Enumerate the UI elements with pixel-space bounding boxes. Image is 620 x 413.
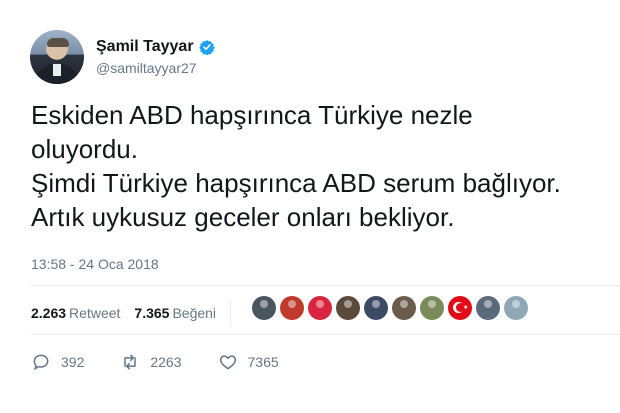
retweet-action-count: 2263	[150, 354, 182, 370]
liker-avatar[interactable]	[476, 296, 500, 320]
display-name[interactable]: Şamil Tayyar	[96, 38, 194, 56]
liker-avatar[interactable]	[364, 296, 388, 320]
avatar-hair	[47, 38, 69, 47]
retweet-icon	[124, 354, 137, 370]
liker-avatar[interactable]	[392, 296, 416, 320]
reply-icon	[33, 354, 49, 371]
user-avatar[interactable]	[30, 30, 84, 84]
tweet-actions: 392 2263 7365	[31, 352, 315, 372]
reply-button[interactable]: 392	[31, 352, 84, 372]
tweet-card: Şamil Tayyar @samiltayyar27 Eskiden ABD …	[0, 0, 620, 413]
display-name-row: Şamil Tayyar	[96, 38, 215, 56]
stats-divider-top	[31, 285, 620, 286]
like-count: 7.365	[134, 305, 170, 321]
liker-turkish-flag-icon[interactable]: ★	[448, 296, 472, 320]
liker-avatar[interactable]	[308, 296, 332, 320]
heart-icon	[219, 355, 236, 370]
retweet-count: 2.263	[31, 305, 67, 321]
like-label: Beğeni	[172, 305, 217, 321]
stats-separator	[230, 301, 232, 325]
tweet-stats: 2.263 Retweet 7.365 Beğeni	[31, 301, 243, 325]
retweet-button[interactable]: 2263	[120, 352, 182, 372]
tweet-text: Eskiden ABD hapşırınca Türkiye nezle olu…	[31, 100, 561, 232]
liker-avatar[interactable]	[504, 296, 528, 320]
reply-count: 392	[61, 354, 85, 370]
tweet-timestamp[interactable]: 13:58 - 24 Oca 2018	[31, 256, 159, 272]
liker-avatars: ★	[252, 296, 532, 320]
avatar-shirt	[53, 64, 61, 76]
stats-divider-bottom	[31, 334, 620, 335]
tweet-header: Şamil Tayyar @samiltayyar27	[30, 30, 215, 84]
retweet-label: Retweet	[69, 305, 121, 321]
liker-avatar[interactable]	[420, 296, 444, 320]
liker-avatar[interactable]	[336, 296, 360, 320]
retweet-stat[interactable]: 2.263 Retweet	[31, 305, 120, 321]
like-action-count: 7365	[247, 354, 279, 370]
like-stat[interactable]: 7.365 Beğeni	[134, 305, 216, 321]
liker-avatar[interactable]	[252, 296, 276, 320]
liker-avatar[interactable]	[280, 296, 304, 320]
user-handle[interactable]: @samiltayyar27	[96, 60, 215, 76]
like-button[interactable]: 7365	[218, 352, 279, 372]
verified-badge-icon	[198, 40, 215, 55]
user-names: Şamil Tayyar @samiltayyar27	[96, 38, 215, 76]
